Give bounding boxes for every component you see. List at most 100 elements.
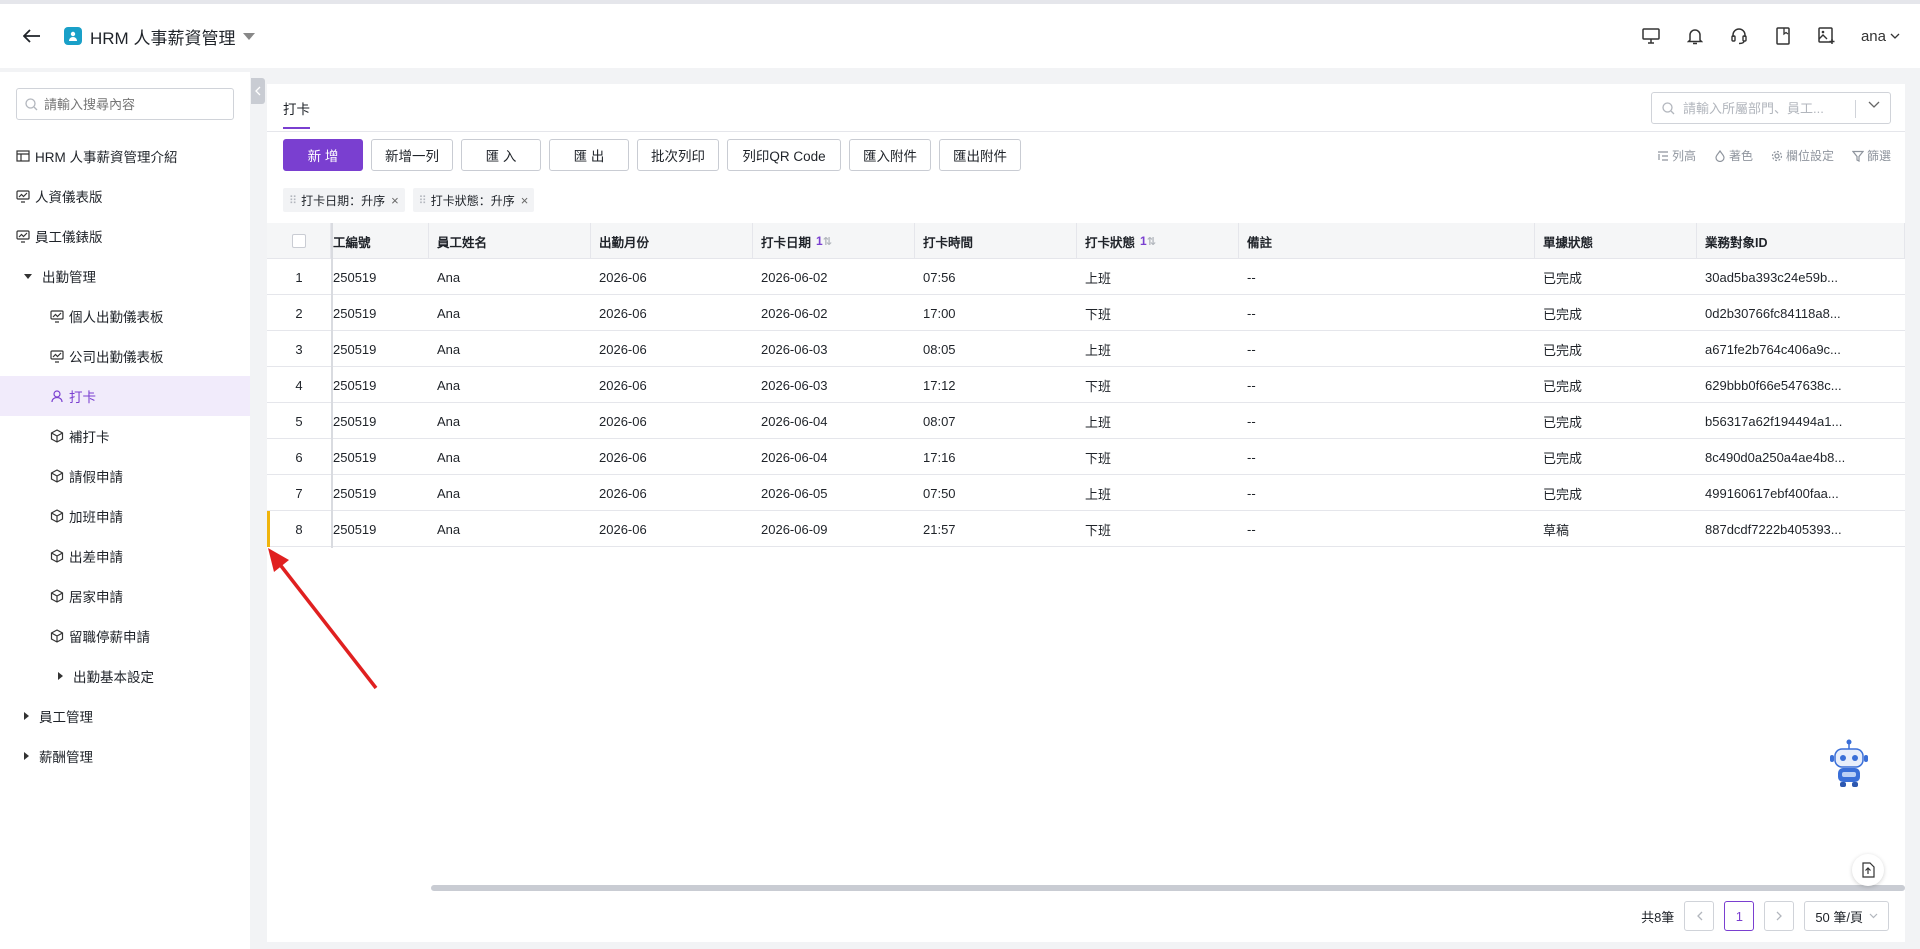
cell-doc-status[interactable]: 已完成 xyxy=(1535,331,1697,367)
cell-doc-status[interactable]: 已完成 xyxy=(1535,259,1697,295)
print-qr-code-button[interactable]: 列印QR Code xyxy=(727,139,841,171)
sidebar-item-business-trip-request[interactable]: 出差申請 xyxy=(0,536,250,576)
col-header-name[interactable]: 員工姓名 xyxy=(429,223,591,259)
col-header-date[interactable]: 打卡日期 1 ⇅ xyxy=(753,223,915,259)
headset-icon[interactable] xyxy=(1729,26,1749,46)
cell-status[interactable]: 下班 xyxy=(1077,367,1239,403)
table-row[interactable]: 1 250519 Ana 2026-06 2026-06-02 07:56 上班 -- 已完成 3… xyxy=(267,259,1905,295)
add-row-button[interactable]: 新增一列 xyxy=(371,139,453,171)
cell-name[interactable]: Ana xyxy=(429,259,591,295)
cell-row-index[interactable]: 5 xyxy=(267,403,331,439)
user-menu[interactable]: ana xyxy=(1861,28,1900,45)
cell-emp-no[interactable]: 250519 xyxy=(333,367,429,403)
table-row[interactable]: 5 250519 Ana 2026-06 2026-06-04 08:07 上班 -- 已完成 b… xyxy=(267,403,1905,439)
sidebar-item-leave-request[interactable]: 請假申請 xyxy=(0,456,250,496)
row-height-tool[interactable]: 列高 xyxy=(1657,147,1696,164)
app-switch-caret-icon[interactable] xyxy=(243,32,256,40)
close-icon[interactable]: × xyxy=(391,193,399,208)
cell-biz-id[interactable]: 30ad5ba393c24e59b... xyxy=(1697,259,1905,295)
col-header-month[interactable]: 出勤月份 xyxy=(591,223,753,259)
close-icon[interactable]: × xyxy=(521,193,529,208)
col-header-time[interactable]: 打卡時間 xyxy=(915,223,1077,259)
cell-doc-status[interactable]: 草稿 xyxy=(1535,511,1697,547)
cell-date[interactable]: 2026-06-02 xyxy=(753,295,915,331)
col-header-doc-status[interactable]: 單據狀態 xyxy=(1535,223,1697,259)
cell-note[interactable]: -- xyxy=(1239,295,1535,331)
sidebar-item-remote-work-request[interactable]: 居家申請 xyxy=(0,576,250,616)
cell-doc-status[interactable]: 已完成 xyxy=(1535,439,1697,475)
cell-date[interactable]: 2026-06-04 xyxy=(753,403,915,439)
col-header-note[interactable]: 備註 xyxy=(1239,223,1535,259)
cell-month[interactable]: 2026-06 xyxy=(591,475,753,511)
sidebar-group-payroll-management[interactable]: 薪酬管理 xyxy=(0,736,250,776)
image-add-icon[interactable] xyxy=(1817,26,1837,46)
sidebar-group-employee-management[interactable]: 員工管理 xyxy=(0,696,250,736)
sidebar-search[interactable] xyxy=(16,88,234,120)
sidebar-collapse-toggle[interactable] xyxy=(251,78,265,104)
cell-row-index[interactable]: 6 xyxy=(267,439,331,475)
cell-biz-id[interactable]: 499160617ebf400faa... xyxy=(1697,475,1905,511)
cell-month[interactable]: 2026-06 xyxy=(591,331,753,367)
sidebar-search-input[interactable] xyxy=(44,96,224,112)
cell-time[interactable]: 21:57 xyxy=(915,511,1077,547)
next-page-button[interactable] xyxy=(1764,901,1795,931)
cell-month[interactable]: 2026-06 xyxy=(591,439,753,475)
sort-arrows-icon[interactable]: ⇅ xyxy=(823,235,832,248)
cell-biz-id[interactable]: b56317a62f194494a1... xyxy=(1697,403,1905,439)
cell-note[interactable]: -- xyxy=(1239,367,1535,403)
cell-doc-status[interactable]: 已完成 xyxy=(1535,403,1697,439)
cell-status[interactable]: 上班 xyxy=(1077,403,1239,439)
horizontal-scrollbar[interactable] xyxy=(431,885,1905,891)
cell-note[interactable]: -- xyxy=(1239,439,1535,475)
drag-handle-icon[interactable]: ⠿ xyxy=(419,194,427,207)
sidebar-item-hrm-intro[interactable]: HRM 人事薪資管理介紹 xyxy=(0,136,250,176)
cell-row-index[interactable]: 8 xyxy=(267,511,331,547)
cell-note[interactable]: -- xyxy=(1239,511,1535,547)
table-row[interactable]: 7 250519 Ana 2026-06 2026-06-05 07:50 上班 -- 已完成 4… xyxy=(267,475,1905,511)
sidebar-item-overtime-request[interactable]: 加班申請 xyxy=(0,496,250,536)
sidebar-item-company-attendance-dashboard[interactable]: 公司出勤儀表板 xyxy=(0,336,250,376)
cell-biz-id[interactable]: 0d2b30766fc84118a8... xyxy=(1697,295,1905,331)
cell-time[interactable]: 17:16 xyxy=(915,439,1077,475)
bell-icon[interactable] xyxy=(1685,26,1705,46)
sort-chip[interactable]: ⠿ 打卡日期：升序 × xyxy=(283,188,405,212)
cell-name[interactable]: Ana xyxy=(429,295,591,331)
cell-note[interactable]: -- xyxy=(1239,403,1535,439)
cell-name[interactable]: Ana xyxy=(429,511,591,547)
cell-status[interactable]: 下班 xyxy=(1077,295,1239,331)
tab-punch-clock[interactable]: 打卡 xyxy=(283,98,310,129)
cell-time[interactable]: 17:12 xyxy=(915,367,1077,403)
cell-date[interactable]: 2026-06-04 xyxy=(753,439,915,475)
frozen-column-divider[interactable] xyxy=(331,223,333,548)
sort-arrows-icon[interactable]: ⇅ xyxy=(1147,235,1156,248)
cell-emp-no[interactable]: 250519 xyxy=(333,259,429,295)
chevron-down-icon[interactable] xyxy=(1868,101,1880,109)
cell-name[interactable]: Ana xyxy=(429,439,591,475)
cell-doc-status[interactable]: 已完成 xyxy=(1535,475,1697,511)
cell-doc-status[interactable]: 已完成 xyxy=(1535,367,1697,403)
book-icon[interactable] xyxy=(1773,26,1793,46)
field-settings-tool[interactable]: 欄位設定 xyxy=(1771,147,1834,164)
table-row[interactable]: 3 250519 Ana 2026-06 2026-06-03 08:05 上班 -- 已完成 a… xyxy=(267,331,1905,367)
cell-biz-id[interactable]: 8c490d0a250a4ae4b8... xyxy=(1697,439,1905,475)
panel-search-input[interactable] xyxy=(1683,100,1848,116)
cell-biz-id[interactable]: 887dcdf7222b405393... xyxy=(1697,511,1905,547)
cell-time[interactable]: 07:50 xyxy=(915,475,1077,511)
select-all-checkbox[interactable] xyxy=(291,234,306,248)
color-tool[interactable]: 著色 xyxy=(1714,147,1753,164)
sidebar-group-attendance[interactable]: 出勤管理 xyxy=(0,256,250,296)
back-arrow-icon[interactable] xyxy=(20,24,44,48)
cell-note[interactable]: -- xyxy=(1239,331,1535,367)
filter-tool[interactable]: 篩選 xyxy=(1851,147,1891,164)
cell-note[interactable]: -- xyxy=(1239,475,1535,511)
cell-emp-no[interactable]: 250519 xyxy=(333,295,429,331)
cell-biz-id[interactable]: 629bbb0f66e547638c... xyxy=(1697,367,1905,403)
cell-time[interactable]: 07:56 xyxy=(915,259,1077,295)
sidebar-item-punch-clock[interactable]: 打卡 xyxy=(0,376,250,416)
drag-handle-icon[interactable]: ⠿ xyxy=(289,194,297,207)
cell-status[interactable]: 下班 xyxy=(1077,511,1239,547)
cell-name[interactable]: Ana xyxy=(429,367,591,403)
batch-print-button[interactable]: 批次列印 xyxy=(637,139,719,171)
sidebar-item-personal-attendance-dashboard[interactable]: 個人出勤儀表板 xyxy=(0,296,250,336)
monitor-icon[interactable] xyxy=(1641,26,1661,46)
